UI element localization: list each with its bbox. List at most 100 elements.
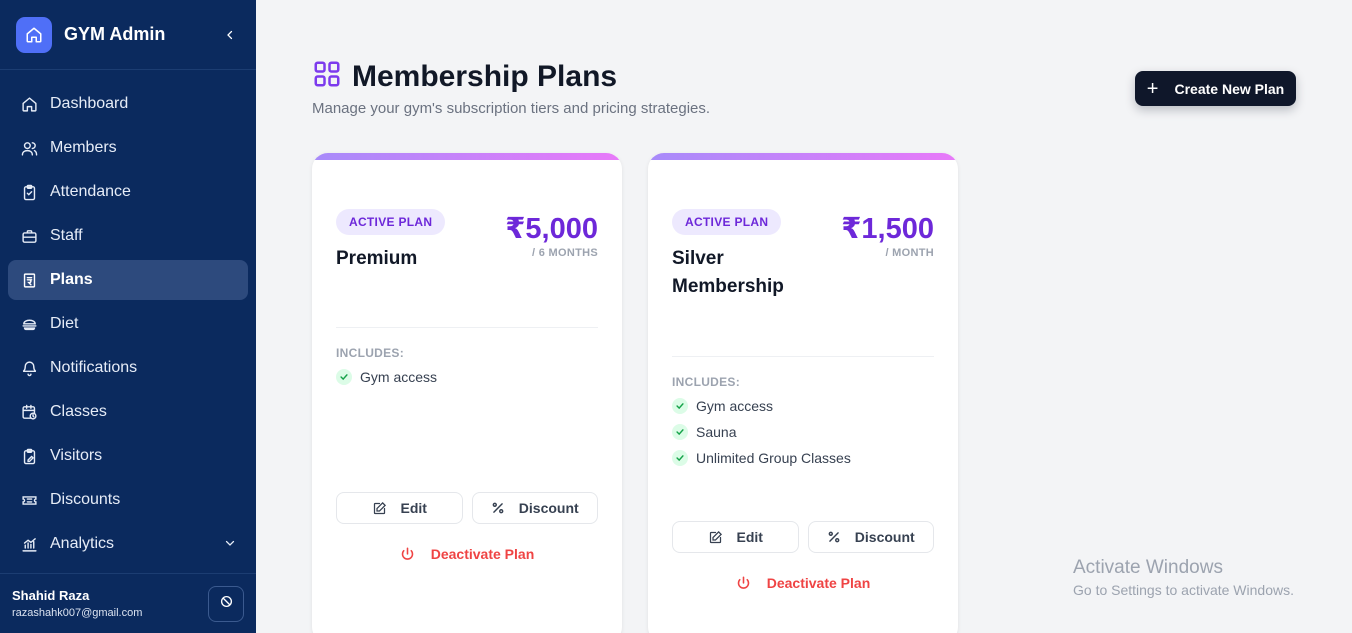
percent-icon xyxy=(491,501,505,515)
clipboard-edit-icon xyxy=(20,447,38,465)
list-item: Gym access xyxy=(336,364,437,390)
plan-name: Silver Membership xyxy=(672,248,784,297)
chart-icon xyxy=(20,535,38,553)
sidebar-item-staff[interactable]: Staff xyxy=(8,216,248,256)
brand-title: GYM Admin xyxy=(64,24,166,44)
sidebar-item-attendance[interactable]: Attendance xyxy=(8,172,248,212)
home-logo-icon[interactable] xyxy=(16,16,52,53)
bell-icon xyxy=(20,359,38,377)
deactivate-plan-button[interactable]: Deactivate Plan xyxy=(648,575,958,591)
check-icon xyxy=(672,424,688,440)
grid-icon xyxy=(312,59,342,94)
deactivate-label: Deactivate Plan xyxy=(430,546,535,562)
clipboard-icon xyxy=(20,183,38,201)
power-off-icon xyxy=(220,595,233,613)
list-item: Unlimited Group Classes xyxy=(672,445,851,471)
edit-button[interactable]: Edit xyxy=(672,521,799,553)
sidebar-item-label: Classes xyxy=(50,403,107,420)
create-new-plan-button[interactable]: + Create New Plan xyxy=(1135,71,1296,106)
card-actions: Edit Discount xyxy=(336,492,598,524)
sidebar-item-classes[interactable]: Classes xyxy=(8,392,248,432)
feature-list: Gym access xyxy=(336,364,437,390)
deactivate-plan-button[interactable]: Deactivate Plan xyxy=(312,546,622,562)
deactivate-label: Deactivate Plan xyxy=(766,575,871,591)
status-badge: ACTIVE PLAN xyxy=(336,209,446,235)
card-accent-bar xyxy=(312,153,622,160)
plan-duration: / 6 MONTHS xyxy=(532,247,598,259)
edit-label: Edit xyxy=(400,500,427,516)
brand-header: GYM Admin xyxy=(0,0,256,70)
home-icon xyxy=(20,95,38,113)
discount-button[interactable]: Discount xyxy=(807,521,934,553)
sidebar: GYM Admin Dashboard Members Attendance S… xyxy=(0,0,256,633)
discount-button[interactable]: Discount xyxy=(471,492,598,524)
sidebar-item-members[interactable]: Members xyxy=(8,128,248,168)
feature-label: Gym access xyxy=(696,398,774,414)
plan-price: ₹1,500 xyxy=(841,213,934,245)
users-icon xyxy=(20,139,38,157)
power-icon xyxy=(400,546,415,562)
sidebar-item-discounts[interactable]: Discounts xyxy=(8,480,248,520)
plan-name: Premium xyxy=(336,248,418,269)
card-accent-bar xyxy=(648,153,958,160)
includes-label: INCLUDES: xyxy=(672,375,741,389)
divider xyxy=(672,356,934,357)
collapse-sidebar-icon[interactable] xyxy=(220,25,240,45)
sidebar-nav: Dashboard Members Attendance Staff Plans… xyxy=(0,70,256,564)
sidebar-item-label: Diet xyxy=(50,315,79,332)
plan-duration: / MONTH xyxy=(885,247,934,259)
list-item: Sauna xyxy=(672,419,851,445)
create-button-label: Create New Plan xyxy=(1174,80,1285,97)
feature-label: Gym access xyxy=(360,369,438,385)
watermark-title: Activate Windows xyxy=(1073,557,1223,578)
chevron-down-icon[interactable] xyxy=(224,536,236,554)
plus-icon: + xyxy=(1146,77,1159,100)
discount-label: Discount xyxy=(518,500,579,516)
windows-activation-watermark: Activate Windows Go to Settings to activ… xyxy=(1073,557,1294,598)
briefcase-icon xyxy=(20,227,38,245)
includes-label: INCLUDES: xyxy=(336,346,405,360)
sidebar-item-label: Dashboard xyxy=(50,95,129,112)
sidebar-item-dashboard[interactable]: Dashboard xyxy=(8,84,248,124)
feature-list: Gym access Sauna Unlimited Group Classes xyxy=(672,393,851,471)
sidebar-item-label: Visitors xyxy=(50,447,103,464)
edit-icon xyxy=(708,530,723,545)
edit-label: Edit xyxy=(736,529,763,545)
plan-card: ACTIVE PLAN Premium ₹5,000 / 6 MONTHS IN… xyxy=(312,153,622,633)
sidebar-item-label: Notifications xyxy=(50,359,138,376)
logout-button[interactable] xyxy=(208,586,244,622)
burger-icon xyxy=(20,315,38,333)
sidebar-item-label: Discounts xyxy=(50,491,121,508)
check-icon xyxy=(336,369,352,385)
sidebar-item-notifications[interactable]: Notifications xyxy=(8,348,248,388)
edit-button[interactable]: Edit xyxy=(336,492,463,524)
receipt-icon xyxy=(20,271,38,289)
page-header: Membership Plans xyxy=(312,59,617,94)
feature-label: Sauna xyxy=(696,424,737,440)
list-item: Gym access xyxy=(672,393,851,419)
check-icon xyxy=(672,398,688,414)
percent-icon xyxy=(827,530,841,544)
feature-label: Unlimited Group Classes xyxy=(696,450,851,466)
page-title: Membership Plans xyxy=(352,59,618,93)
plan-card: ACTIVE PLAN Silver Membership ₹1,500 / M… xyxy=(648,153,958,633)
plan-price: ₹5,000 xyxy=(505,213,598,245)
calendar-clock-icon xyxy=(20,403,38,421)
sidebar-item-label: Members xyxy=(50,139,117,156)
discount-label: Discount xyxy=(854,529,915,545)
divider xyxy=(336,327,598,328)
edit-icon xyxy=(372,501,387,516)
sidebar-item-plans[interactable]: Plans xyxy=(8,260,248,300)
page-subtitle: Manage your gym's subscription tiers and… xyxy=(312,100,711,117)
plans-panel: Membership Plans Manage your gym's subsc… xyxy=(288,33,1318,633)
sidebar-item-label: Attendance xyxy=(50,183,131,200)
sidebar-item-visitors[interactable]: Visitors xyxy=(8,436,248,476)
main-content: Membership Plans Manage your gym's subsc… xyxy=(256,0,1352,633)
sidebar-item-diet[interactable]: Diet xyxy=(8,304,248,344)
sidebar-item-label: Staff xyxy=(50,227,83,244)
user-profile: Shahid Raza razashahk007@gmail.com xyxy=(0,573,256,633)
sidebar-item-analytics[interactable]: Analytics xyxy=(8,524,248,564)
power-icon xyxy=(736,575,751,591)
watermark-subtitle: Go to Settings to activate Windows. xyxy=(1073,582,1294,598)
sidebar-item-label: Plans xyxy=(50,271,93,288)
